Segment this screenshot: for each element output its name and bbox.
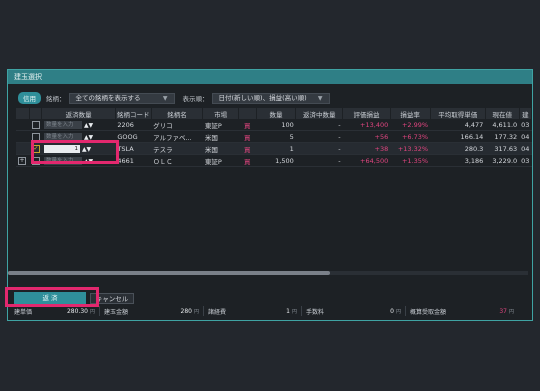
pl-rate: +2.99 (401, 120, 422, 129)
filter-bar: 信用 銘柄： 全ての銘柄を表示する ▼ 表示順： 日付(新しい順)、損益(高い順… (18, 92, 330, 104)
stock-name: ＯＬＣ (151, 154, 203, 167)
col-open-date[interactable]: 建 (519, 108, 533, 119)
sort-order-value: 日付(新しい順)、損益(高い順) (218, 93, 307, 102)
avg-price: 4,477 (430, 119, 486, 131)
pending-quantity: - (295, 142, 343, 155)
return-qty-input[interactable]: 数量を入力 (43, 120, 82, 129)
market: 米国 (202, 142, 239, 155)
open-date: 03 (519, 154, 532, 167)
current-price: 4,611.0 (485, 119, 520, 131)
avg-price: 280.3 (430, 142, 486, 155)
col-current-price[interactable]: 現在値 (485, 108, 520, 119)
stock-code: GOOG (115, 130, 152, 143)
col-name[interactable]: 銘柄名 (151, 108, 204, 119)
horizontal-scrollbar[interactable] (8, 271, 528, 275)
quantity: 1 (256, 142, 296, 155)
stock-name: テスラ (151, 142, 203, 155)
pending-quantity: - (295, 130, 343, 143)
stock-filter-label: 銘柄： (46, 95, 66, 103)
return-button-highlight (5, 287, 99, 307)
profit-loss: +64,500 (342, 154, 391, 167)
quantity: 5 (256, 130, 296, 143)
table-header-row: 返済数量 銘柄コード 銘柄名 市場 数量 返済中数量 評価損益 損益率 平均取得… (16, 108, 533, 119)
summary-expenses: 諸経費 1 円 (204, 306, 302, 316)
col-code[interactable]: 銘柄コード (115, 108, 152, 119)
open-date: 03 (519, 119, 532, 131)
stock-code: 4661 (115, 154, 152, 167)
percent-unit: % (421, 120, 429, 129)
dialog-title: 建玉選択 (8, 70, 532, 84)
col-pl-rate[interactable]: 損益率 (390, 108, 431, 119)
summary-bar: 建単価 280.30 円 建玉金額 280 円 諸経費 1 円 手数料 0 円 … (10, 306, 530, 316)
profit-loss: +56 (342, 130, 391, 143)
summary-estimated-receipt: 概算受取金額 37 円 (410, 307, 514, 316)
profit-loss: +38 (342, 142, 391, 155)
chevron-down-icon: ▼ (317, 94, 323, 102)
percent-unit: % (421, 144, 429, 153)
side-badge: 買 (238, 142, 257, 155)
expand-icon[interactable]: + (18, 157, 26, 165)
current-price: 177.32 (485, 130, 520, 143)
percent-unit: % (421, 156, 429, 165)
current-price: 317.63 (485, 142, 520, 155)
stepper-arrows-icon[interactable]: ▲▼ (84, 122, 93, 129)
row-checkbox[interactable] (31, 120, 40, 129)
selection-highlight (31, 140, 119, 164)
stock-filter-value: 全ての銘柄を表示する (75, 93, 141, 102)
col-market[interactable]: 市場 (202, 108, 239, 119)
stock-name: グリコ (151, 119, 203, 131)
summary-unit-price: 建単価 280.30 円 (10, 306, 100, 316)
position-select-dialog: 建玉選択 信用 銘柄： 全ての銘柄を表示する ▼ 表示順： 日付(新しい順)、損… (7, 69, 533, 321)
col-pl[interactable]: 評価損益 (342, 108, 391, 119)
stock-code: TSLA (115, 142, 152, 155)
pl-rate: +1.35 (401, 156, 422, 165)
market: 東証P (202, 119, 239, 131)
stock-code: 2206 (115, 119, 152, 131)
percent-unit: % (421, 132, 429, 141)
pl-rate: +6.73 (401, 132, 422, 141)
open-date: 04 (519, 130, 532, 143)
table-row[interactable]: 数量を入力 ▲▼ 2206 グリコ 東証P 買 100 - +13,400 +2.… (16, 119, 532, 131)
pending-quantity: - (295, 154, 343, 167)
avg-price: 166.14 (430, 130, 486, 143)
quantity: 100 (256, 119, 296, 131)
open-date: 04 (519, 142, 532, 155)
sort-order-label: 表示順： (182, 95, 209, 103)
scrollbar-thumb[interactable] (8, 271, 330, 275)
side-badge: 買 (238, 154, 257, 167)
margin-badge: 信用 (18, 92, 41, 104)
stock-name: アルファベ... (151, 130, 203, 143)
quantity: 1,500 (256, 154, 296, 167)
avg-price: 3,186 (430, 154, 486, 167)
side-badge: 買 (238, 130, 257, 143)
profit-loss: +13,400 (342, 119, 391, 131)
side-badge: 買 (238, 119, 257, 131)
pl-rate: +13.32 (397, 144, 422, 153)
market: 米国 (202, 130, 239, 143)
sort-order-select[interactable]: 日付(新しい順)、損益(高い順) ▼ (211, 92, 330, 104)
chevron-down-icon: ▼ (162, 94, 168, 102)
summary-commission: 手数料 0 円 (302, 306, 406, 316)
stock-filter-select[interactable]: 全ての銘柄を表示する ▼ (68, 92, 175, 104)
current-price: 3,229.0 (485, 154, 520, 167)
col-pending-qty[interactable]: 返済中数量 (295, 108, 344, 119)
market: 東証P (202, 154, 239, 167)
col-avg-price[interactable]: 平均取得単価 (430, 108, 486, 119)
col-qty[interactable]: 数量 (256, 108, 297, 119)
col-side (238, 108, 257, 119)
summary-position-amount: 建玉金額 280 円 (100, 306, 204, 316)
col-return-qty[interactable]: 返済数量 (41, 108, 116, 119)
pending-quantity: - (295, 119, 343, 131)
